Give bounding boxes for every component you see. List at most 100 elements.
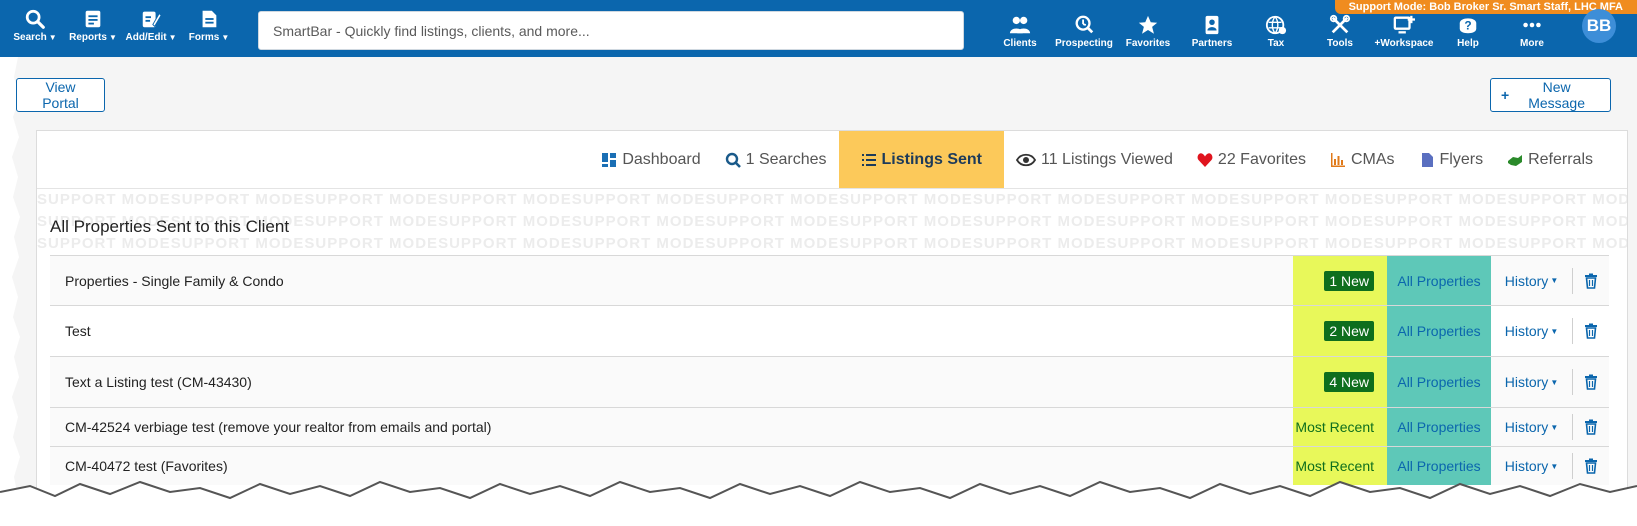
new-message-label: New Message bbox=[1528, 79, 1585, 111]
tab-listings-sent[interactable]: Listings Sent bbox=[838, 131, 1004, 188]
nav-reports-label: Reports bbox=[69, 32, 107, 43]
nav-right-group: Clients Prospecting Favorites Partners T… bbox=[988, 14, 1564, 49]
nav-add-edit-label: Add/Edit bbox=[125, 32, 167, 43]
tab-searches[interactable]: 1 Searches bbox=[713, 131, 839, 188]
search-icon bbox=[25, 9, 45, 29]
all-properties-link[interactable]: All Properties bbox=[1387, 408, 1491, 446]
delete-button[interactable] bbox=[1573, 273, 1609, 289]
row-name: Properties - Single Family & Condo bbox=[65, 272, 284, 289]
nav-tax-label: Tax bbox=[1267, 38, 1285, 49]
page-title: All Properties Sent to this Client bbox=[50, 217, 290, 236]
tab-listings-viewed[interactable]: 11 Listings Viewed bbox=[1004, 131, 1185, 188]
tab-flyers[interactable]: Flyers bbox=[1407, 131, 1496, 188]
delete-button[interactable] bbox=[1573, 323, 1609, 339]
more-icon bbox=[1523, 22, 1541, 28]
all-properties-link[interactable]: All Properties bbox=[1387, 357, 1491, 407]
status-cell: 2 New bbox=[1293, 306, 1387, 356]
nav-forms-label: Forms bbox=[188, 32, 220, 43]
tab-referrals[interactable]: Referrals bbox=[1495, 131, 1605, 188]
tab-dashboard[interactable]: Dashboard bbox=[589, 131, 712, 188]
client-tabs: Dashboard 1 Searches Listings Sent 11 Li… bbox=[589, 131, 1627, 188]
watermark-line-1: SUPPORT MODESUPPORT MODESUPPORT MODESUPP… bbox=[37, 191, 1627, 208]
chevron-down-icon: ▼ bbox=[1550, 377, 1559, 387]
tab-flyers-label: Flyers bbox=[1439, 150, 1484, 168]
history-dropdown[interactable]: History ▼ bbox=[1491, 369, 1573, 395]
delete-button[interactable] bbox=[1573, 374, 1609, 390]
eye-icon bbox=[1015, 153, 1036, 166]
status-text: Most Recent bbox=[1295, 419, 1374, 435]
trash-icon bbox=[1585, 374, 1597, 390]
all-properties-link[interactable]: All Properties bbox=[1387, 256, 1491, 305]
nav-prospecting-button[interactable]: Prospecting bbox=[1052, 14, 1116, 49]
table-row[interactable]: Test 2 New All Properties History ▼ bbox=[50, 305, 1609, 356]
row-name: CM-42524 verbiage test (remove your real… bbox=[65, 419, 492, 435]
smartbar-search-input[interactable] bbox=[258, 11, 964, 50]
history-dropdown[interactable]: History ▼ bbox=[1491, 414, 1573, 440]
nav-partners-button[interactable]: Partners bbox=[1180, 14, 1244, 49]
chevron-down-icon: ▼ bbox=[108, 33, 117, 42]
list-icon bbox=[861, 153, 876, 166]
chart-icon bbox=[1330, 152, 1345, 167]
nav-tools-label: Tools bbox=[1327, 38, 1353, 49]
torn-bottom-edge bbox=[0, 480, 1637, 526]
nav-tax-button[interactable]: Tax bbox=[1244, 14, 1308, 49]
nav-tools-button[interactable]: Tools bbox=[1308, 14, 1372, 49]
nav-clients-button[interactable]: Clients bbox=[988, 14, 1052, 49]
history-label: History bbox=[1504, 419, 1549, 435]
nav-more-label: More bbox=[1520, 38, 1544, 49]
dashboard-icon bbox=[602, 152, 617, 167]
nav-more-button[interactable]: More bbox=[1500, 14, 1564, 49]
table-row[interactable]: Properties - Single Family & Condo 1 New… bbox=[50, 255, 1609, 305]
nav-help-button[interactable]: ? Help bbox=[1436, 14, 1500, 49]
history-label: History bbox=[1504, 374, 1549, 390]
partners-icon bbox=[1205, 15, 1219, 35]
history-dropdown[interactable]: History ▼ bbox=[1491, 267, 1573, 294]
tab-favorites[interactable]: 22 Favorites bbox=[1185, 131, 1318, 188]
tab-listings-sent-label: Listings Sent bbox=[881, 150, 982, 168]
nav-add-edit-button[interactable]: Add/Edit ▼ bbox=[122, 8, 180, 43]
status-badge: 2 New bbox=[1324, 321, 1374, 341]
table-row[interactable]: CM-42524 verbiage test (remove your real… bbox=[50, 407, 1609, 446]
nav-favorites-button[interactable]: Favorites bbox=[1116, 14, 1180, 49]
nav-favorites-label: Favorites bbox=[1125, 38, 1171, 49]
tab-cmas[interactable]: CMAs bbox=[1318, 131, 1407, 188]
status-cell: Most Recent bbox=[1293, 408, 1387, 446]
nav-left-group: Search ▼ Reports ▼ Add/Edit ▼ Forms ▼ bbox=[6, 8, 238, 43]
workspace-icon bbox=[1393, 15, 1415, 34]
tab-dashboard-label: Dashboard bbox=[622, 150, 701, 168]
nav-search-button[interactable]: Search ▼ bbox=[6, 8, 64, 43]
new-message-button[interactable]: + New Message bbox=[1490, 78, 1611, 112]
table-row[interactable]: Text a Listing test (CM-43430) 4 New All… bbox=[50, 356, 1609, 407]
tab-referrals-label: Referrals bbox=[1528, 150, 1593, 168]
trash-icon bbox=[1585, 419, 1597, 435]
svg-text:?: ? bbox=[1464, 19, 1471, 33]
nav-clients-label: Clients bbox=[1003, 38, 1037, 49]
row-name: Test bbox=[65, 323, 91, 339]
torn-left-edge bbox=[0, 57, 20, 497]
edit-icon bbox=[142, 11, 162, 28]
all-properties-link[interactable]: All Properties bbox=[1387, 306, 1491, 356]
star-icon bbox=[1138, 15, 1158, 34]
row-name: Text a Listing test (CM-43430) bbox=[65, 374, 252, 390]
sent-searches-table: Properties - Single Family & Condo 1 New… bbox=[50, 255, 1609, 485]
history-dropdown[interactable]: History ▼ bbox=[1491, 318, 1573, 344]
nav-forms-button[interactable]: Forms ▼ bbox=[180, 8, 238, 43]
nav-workspace-button[interactable]: +Workspace bbox=[1372, 14, 1436, 49]
view-portal-button[interactable]: View Portal bbox=[16, 78, 105, 112]
tools-icon bbox=[1329, 14, 1351, 34]
history-label: History bbox=[1504, 272, 1549, 289]
help-icon: ? bbox=[1459, 18, 1477, 34]
nav-search-label: Search bbox=[13, 32, 47, 43]
chevron-down-icon: ▼ bbox=[1550, 422, 1559, 432]
delete-button[interactable] bbox=[1573, 419, 1609, 435]
nav-reports-button[interactable]: Reports ▼ bbox=[64, 8, 122, 43]
user-avatar[interactable]: BB bbox=[1582, 9, 1616, 43]
chevron-down-icon: ▼ bbox=[1550, 461, 1559, 471]
history-label: History bbox=[1504, 323, 1549, 339]
tab-searches-label: 1 Searches bbox=[745, 150, 827, 168]
nav-partners-label: Partners bbox=[1191, 38, 1233, 49]
top-navigation-bar: Support Mode: Bob Broker Sr. Smart Staff… bbox=[0, 0, 1637, 57]
status-cell: 4 New bbox=[1293, 357, 1387, 407]
status-badge: 4 New bbox=[1324, 372, 1374, 392]
reports-icon bbox=[85, 10, 101, 28]
